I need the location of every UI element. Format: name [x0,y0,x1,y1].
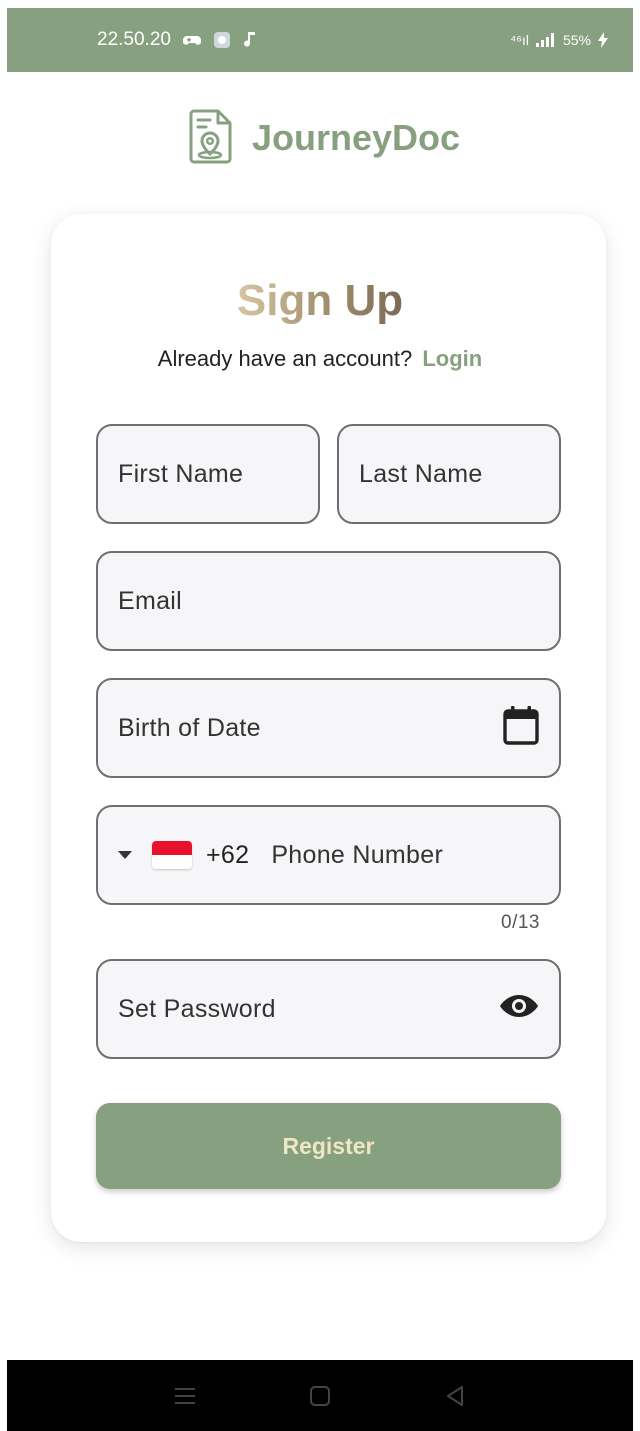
country-dropdown-icon[interactable] [118,851,132,859]
charging-icon [597,32,609,48]
account-prompt-text: Already have an account? [157,346,413,371]
record-icon [213,31,231,49]
battery-percent: 55% [562,32,591,48]
email-field[interactable]: Email [96,551,561,651]
dial-code: +62 [206,840,250,869]
signal-icon [535,33,557,47]
signup-screen: 22.50.20 ⁴⁶ıl 55% JourneyDoc Sign Up Alr… [0,0,640,1431]
eye-icon[interactable] [499,992,539,1027]
calendar-icon[interactable] [503,705,539,752]
phone-placeholder: Phone Number [271,840,444,869]
status-time: 22.50.20 [97,29,171,50]
system-nav-bar [7,1360,633,1431]
phone-char-counter: 0/13 [501,912,540,933]
music-note-icon [243,31,257,49]
birth-date-field[interactable]: Birth of Date [96,678,561,778]
network-indicator: ⁴⁶ıl [510,32,529,48]
phone-field[interactable]: +62 Phone Number [96,805,561,905]
indonesia-flag-icon[interactable] [152,841,192,869]
menu-icon[interactable] [165,1376,205,1416]
register-button[interactable]: Register [96,1103,561,1189]
email-placeholder: Email [118,586,183,615]
first-name-field[interactable]: First Name [96,424,320,524]
password-placeholder: Set Password [118,994,276,1023]
first-name-placeholder: First Name [118,459,244,488]
document-location-icon [188,108,236,169]
page-title: Sign Up [236,276,404,325]
login-link[interactable]: Login [422,346,482,371]
home-icon[interactable] [300,1376,340,1416]
back-icon[interactable] [435,1376,475,1416]
birth-date-placeholder: Birth of Date [118,713,261,742]
game-controller-icon [182,33,201,47]
last-name-field[interactable]: Last Name [337,424,561,524]
status-bar: 22.50.20 ⁴⁶ıl 55% [7,8,633,72]
last-name-placeholder: Last Name [359,459,483,488]
status-bar-right: ⁴⁶ıl 55% [510,32,609,48]
brand-name: JourneyDoc [252,117,461,158]
status-bar-left: 22.50.20 [97,29,257,51]
brand-header: JourneyDoc [188,108,460,168]
login-prompt: Already have an account? Login [0,346,640,372]
password-field[interactable]: Set Password [96,959,561,1059]
